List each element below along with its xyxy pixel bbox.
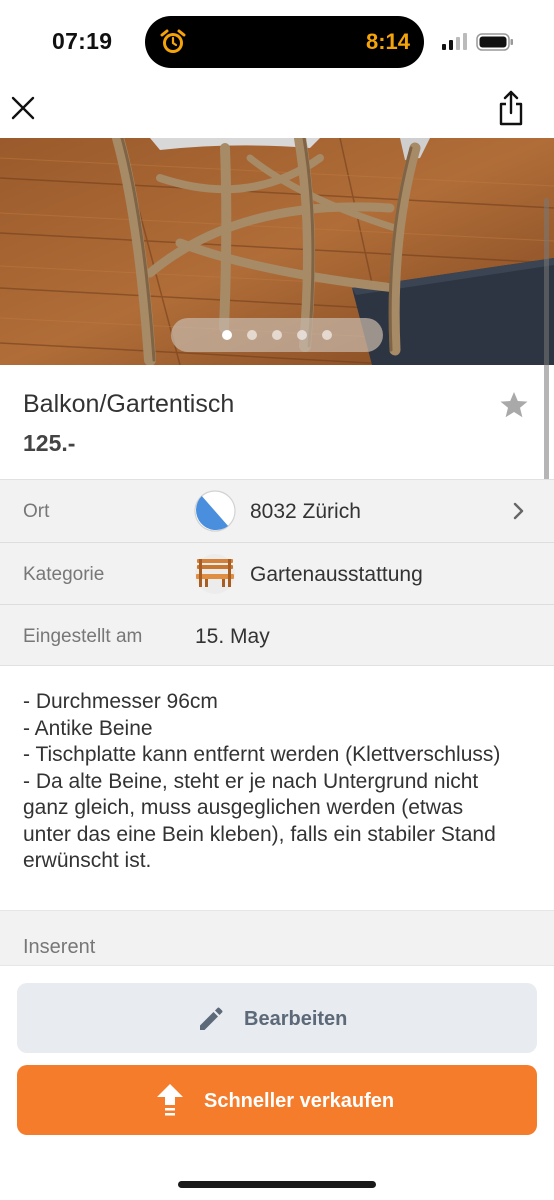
pager-dot-2[interactable] xyxy=(247,330,257,340)
dynamic-island[interactable]: 8:14 xyxy=(145,16,424,68)
pager-dot-4[interactable] xyxy=(297,330,307,340)
pencil-icon xyxy=(200,1007,223,1030)
detail-value: Gartenausstattung xyxy=(250,563,423,586)
listing-photo-gallery[interactable] xyxy=(0,138,554,365)
edit-button[interactable]: Bearbeiten xyxy=(17,983,537,1053)
pager-dot-3[interactable] xyxy=(272,330,282,340)
scroll-indicator[interactable] xyxy=(544,198,549,518)
zurich-coat-of-arms-icon xyxy=(194,490,236,532)
listing-description: - Durchmesser 96cm - Antike Beine - Tisc… xyxy=(23,689,533,875)
description-line: unter das eine Bein kleben), falls ein s… xyxy=(23,822,496,846)
listing-details: Ort 8032 Zürich Kategorie Gartenausstatt… xyxy=(0,479,554,666)
pager-dot-5[interactable] xyxy=(322,330,332,340)
chevron-right-icon xyxy=(513,502,524,520)
detail-row-posted-date: Eingestellt am 15. May xyxy=(0,604,554,666)
detail-label: Eingestellt am xyxy=(23,626,143,647)
detail-label: Ort xyxy=(23,501,50,522)
sell-faster-label: Schneller verkaufen xyxy=(204,1090,395,1112)
detail-row-location[interactable]: Ort 8032 Zürich xyxy=(0,480,554,542)
description-line: - Tischplatte kann entfernt werden (Klet… xyxy=(23,743,501,766)
photo-pager[interactable] xyxy=(171,318,383,352)
listing-price: 125.- xyxy=(23,430,76,456)
edit-button-label: Bearbeiten xyxy=(244,1008,348,1030)
description-line: - Da alte Beine, steht er je nach Unterg… xyxy=(23,769,479,793)
listing-title: Balkon/Gartentisch xyxy=(23,390,235,418)
boost-arrow-icon xyxy=(157,1084,183,1116)
share-icon[interactable] xyxy=(494,88,528,128)
battery-icon xyxy=(476,33,513,51)
detail-value: 15. May xyxy=(195,625,270,648)
detail-label: Kategorie xyxy=(23,564,105,585)
island-timer: 8:14 xyxy=(365,29,410,54)
detail-row-category: Kategorie Gartenausstattung xyxy=(0,542,554,604)
status-bar: 07:19 8:14 xyxy=(0,0,554,80)
pager-dot-1[interactable] xyxy=(222,330,232,340)
alarm-clock-icon xyxy=(160,29,186,53)
garden-bench-icon xyxy=(195,554,235,594)
description-line: ganz gleich, muss ausgeglichen werden (e… xyxy=(23,796,464,819)
description-line: - Antike Beine xyxy=(23,716,153,740)
home-indicator[interactable] xyxy=(178,1181,376,1188)
description-line: erwünscht ist. xyxy=(23,849,152,872)
status-time: 07:19 xyxy=(52,28,113,54)
nav-bar xyxy=(0,80,554,138)
cellular-signal-icon xyxy=(442,33,467,50)
advertiser-section: Inserent xyxy=(0,910,554,966)
advertiser-label: Inserent xyxy=(23,936,96,958)
description-line: - Durchmesser 96cm xyxy=(23,690,218,713)
star-icon[interactable] xyxy=(499,390,529,420)
sell-faster-button[interactable]: Schneller verkaufen xyxy=(17,1065,537,1135)
detail-value: 8032 Zürich xyxy=(250,500,361,523)
close-icon[interactable] xyxy=(8,88,38,124)
